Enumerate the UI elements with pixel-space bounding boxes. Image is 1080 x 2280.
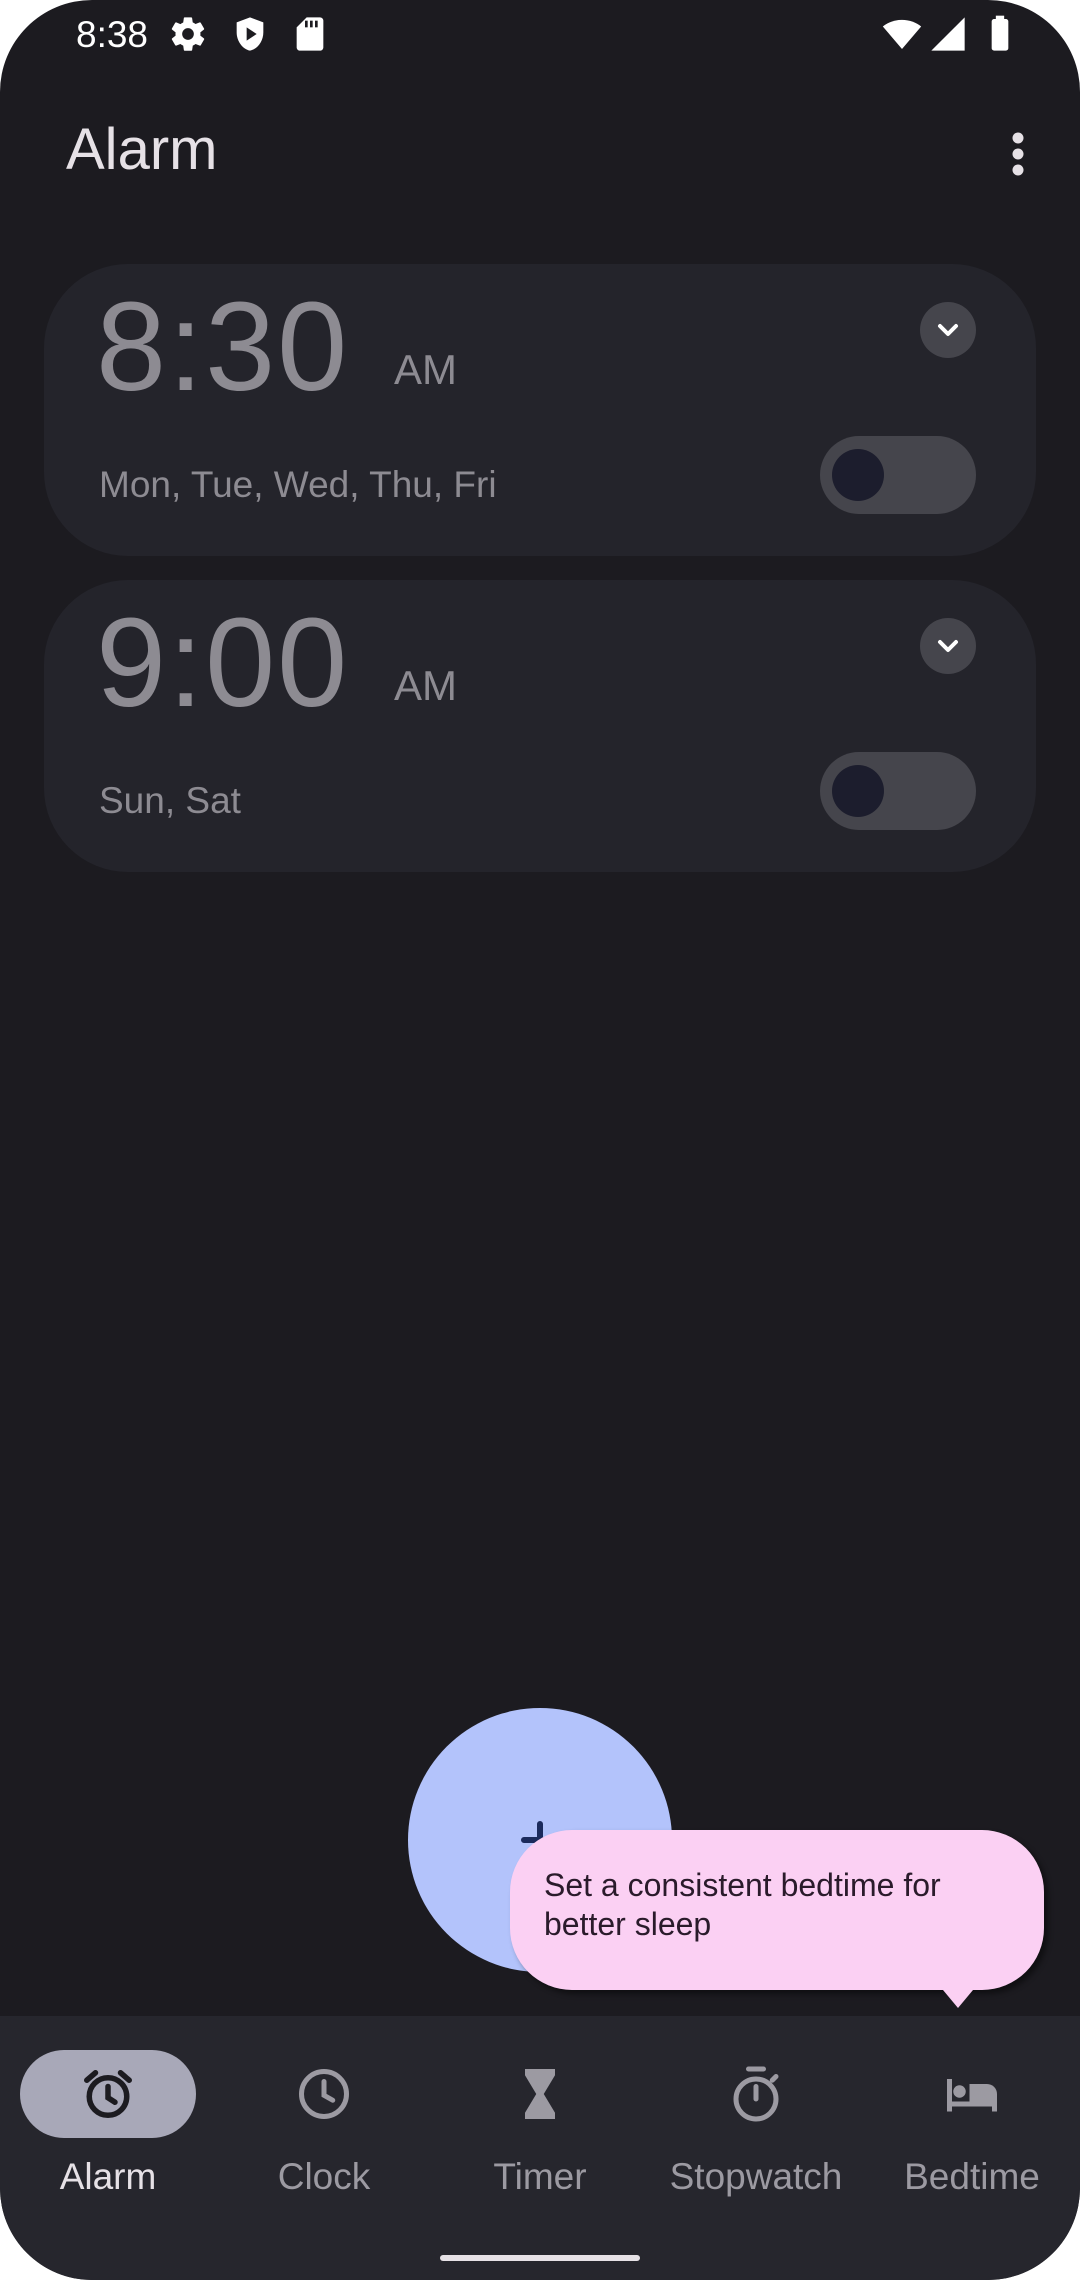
alarm-toggle[interactable] (820, 752, 976, 830)
cell-signal-icon (931, 17, 965, 51)
nav-label: Timer (493, 2156, 587, 2197)
alarm-time[interactable]: 8:30 (96, 277, 349, 417)
clock-icon (299, 2069, 349, 2119)
gesture-navigation-bar[interactable] (440, 2255, 640, 2261)
stopwatch-icon (733, 2066, 779, 2122)
alarm-time[interactable]: 9:00 (96, 593, 349, 733)
play-protect-icon (236, 17, 264, 51)
alarm-ampm: AM (394, 346, 457, 393)
alarm-days: Mon, Tue, Wed, Thu, Fri (99, 464, 497, 505)
expand-alarm-button[interactable] (920, 618, 976, 674)
nav-item-clock[interactable]: Clock (216, 2016, 432, 2206)
expand-alarm-button[interactable] (920, 302, 976, 358)
status-bar: 8:38 (0, 0, 1080, 70)
nav-label: Alarm (59, 2156, 157, 2197)
alarm-icon (84, 2070, 132, 2118)
nav-item-bedtime[interactable]: Bedtime (864, 2016, 1080, 2206)
settings-icon (171, 17, 205, 51)
wifi-icon (882, 19, 922, 49)
chevron-down-icon (938, 640, 958, 652)
tooltip-text: Set a consistent bedtime for better slee… (544, 1867, 941, 1942)
page-title: Alarm (66, 117, 218, 182)
hourglass-icon (525, 2069, 555, 2119)
phone-screen: 8:38 Alarm 8:30 AM Mon, Tue, Wed, Thu, F… (0, 0, 1080, 2280)
alarm-days: Sun, Sat (99, 780, 241, 821)
nav-label: Stopwatch (669, 2156, 843, 2197)
nav-item-stopwatch[interactable]: Stopwatch (648, 2016, 864, 2206)
nav-label: Clock (277, 2156, 371, 2197)
battery-icon (991, 15, 1009, 51)
bottom-navigation: Alarm Clock Timer Stopwatch Bedtime (0, 2016, 1080, 2280)
more-options-button[interactable] (990, 122, 1046, 186)
alarm-ampm: AM (394, 662, 457, 709)
bedtime-tooltip[interactable]: Set a consistent bedtime for better slee… (510, 1830, 1044, 1990)
nav-item-alarm[interactable]: Alarm (0, 2016, 216, 2206)
toggle-thumb (832, 449, 884, 501)
alarm-card[interactable]: 9:00 AM Sun, Sat (44, 580, 1036, 872)
more-vert-icon (1012, 132, 1024, 176)
alarm-toggle[interactable] (820, 436, 976, 514)
nav-label: Bedtime (904, 2156, 1040, 2197)
chevron-down-icon (938, 324, 958, 336)
nav-item-timer[interactable]: Timer (432, 2016, 648, 2206)
bed-icon (947, 2079, 997, 2112)
status-time: 8:38 (76, 14, 149, 55)
alarm-card[interactable]: 8:30 AM Mon, Tue, Wed, Thu, Fri (44, 264, 1036, 556)
sd-card-icon (296, 17, 324, 51)
toggle-thumb (832, 765, 884, 817)
tooltip-pointer (938, 1984, 978, 2008)
